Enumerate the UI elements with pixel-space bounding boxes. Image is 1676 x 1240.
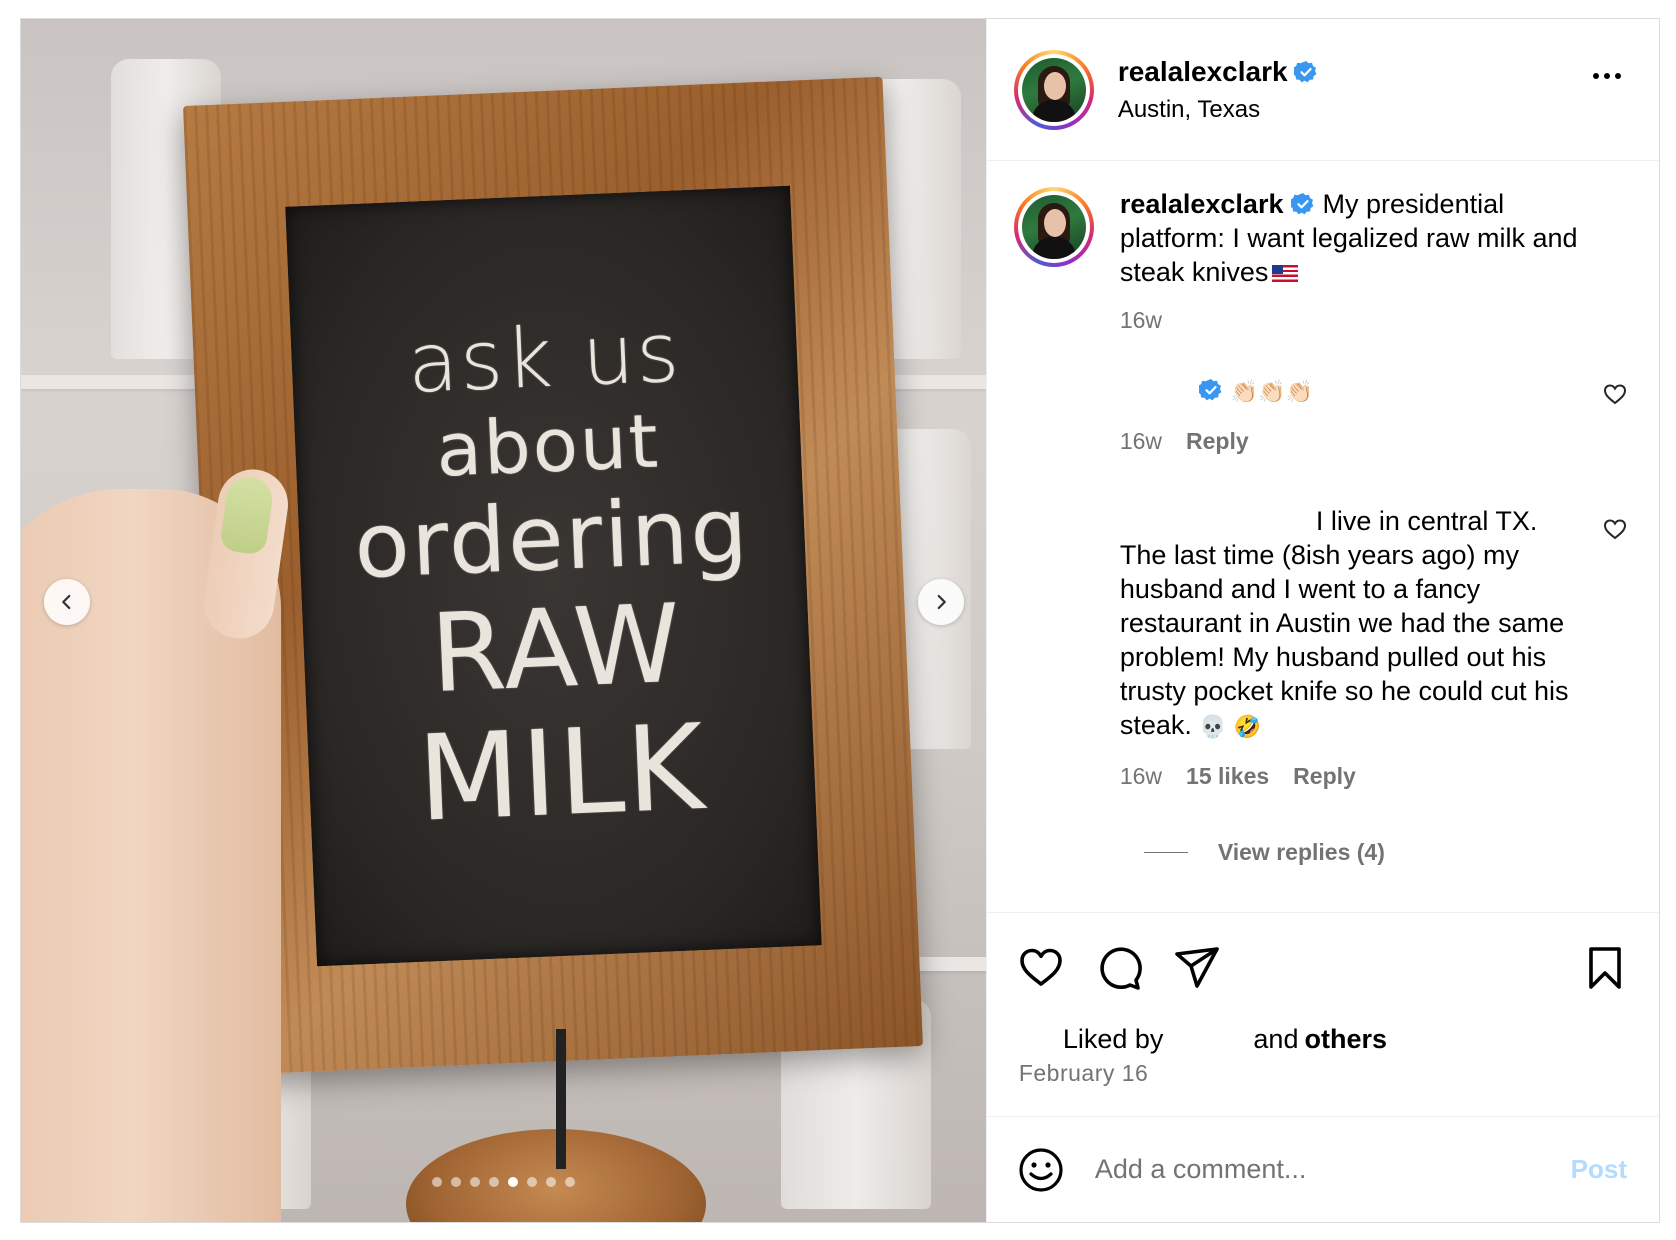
emoji-smiley-icon[interactable]	[1017, 1146, 1065, 1194]
comment-text: 👏🏻👏🏻👏🏻	[1230, 380, 1314, 405]
avatar[interactable]	[1013, 187, 1094, 267]
comment-time[interactable]: 16w	[1120, 424, 1162, 458]
like-heart-icon[interactable]	[1017, 944, 1065, 992]
caption-time[interactable]: 16w	[1120, 303, 1162, 337]
chevron-left-icon	[62, 594, 71, 610]
comment-time[interactable]: 16w	[1120, 759, 1162, 793]
liked-by-label: Liked by	[1062, 1023, 1164, 1054]
carousel-dot	[564, 1177, 575, 1187]
chalk-line: RAW	[428, 581, 685, 717]
us-flag-icon	[1272, 265, 1299, 282]
comment-likes[interactable]: 15 likes	[1186, 759, 1269, 793]
add-comment-bar: Post	[986, 1116, 1659, 1222]
like-comment-heart-icon[interactable]	[1603, 383, 1627, 405]
chalk-line: ask us	[405, 305, 683, 413]
carousel-dot	[450, 1177, 461, 1187]
post-caption: realalexclark My presidential platform: …	[1013, 187, 1632, 337]
post-comment-button[interactable]: Post	[1571, 1154, 1627, 1185]
comment-item: I live in central TX. The last time (8is…	[1014, 504, 1632, 793]
carousel-dot	[507, 1177, 518, 1187]
carousel-dot	[488, 1177, 499, 1187]
bookmark-icon[interactable]	[1581, 944, 1629, 992]
liked-by-line[interactable]: Liked by and others	[1018, 1022, 1659, 1056]
carousel-indicator	[21, 1177, 986, 1187]
chalk-line: ordering	[352, 477, 752, 600]
share-paper-plane-icon[interactable]	[1173, 944, 1221, 992]
chalkboard: ask us about ordering RAW MILK	[285, 185, 822, 967]
likes-section: Liked by and others February 16	[987, 1022, 1659, 1116]
more-options-button[interactable]	[1593, 73, 1621, 79]
caption-username[interactable]: realalexclark	[1120, 189, 1284, 219]
post-date[interactable]: February 16	[1019, 1060, 1659, 1087]
likes-others-link[interactable]: others	[1304, 1024, 1387, 1055]
comment-item: 👏🏻👏🏻👏🏻 16w Reply	[1014, 373, 1632, 458]
view-replies-button[interactable]: View replies (4)	[1143, 839, 1632, 866]
post-header: realalexclark Austin, Texas	[986, 19, 1659, 161]
carousel-dot	[431, 1177, 442, 1187]
comment-emojis: 💀 🤣	[1199, 715, 1262, 740]
sign-stand-pole	[556, 1029, 566, 1169]
post-media[interactable]: ask us about ordering RAW MILK	[21, 19, 986, 1222]
previous-slide-button[interactable]	[44, 579, 90, 625]
post-side-panel: realalexclark Austin, Texas realalexclar…	[985, 19, 1659, 1222]
post-modal: ask us about ordering RAW MILK realalexc…	[20, 18, 1660, 1223]
carousel-dot	[526, 1177, 537, 1187]
carousel-dot	[545, 1177, 556, 1187]
comments-list[interactable]: realalexclark My presidential platform: …	[987, 161, 1659, 912]
reply-button[interactable]: Reply	[1293, 759, 1356, 793]
comment-bubble-icon[interactable]	[1095, 944, 1143, 992]
liker-avatar[interactable]	[1018, 1022, 1053, 1056]
verified-badge-icon	[1293, 60, 1316, 82]
author-username[interactable]: realalexclark	[1118, 56, 1288, 88]
like-comment-heart-icon[interactable]	[1603, 518, 1627, 540]
next-slide-button[interactable]	[918, 579, 964, 625]
likes-and-label: and	[1253, 1023, 1299, 1054]
chalk-line: about	[434, 398, 662, 495]
verified-badge-icon	[1291, 193, 1314, 215]
chalk-line: MILK	[415, 697, 709, 848]
view-replies-label: View replies (4)	[1217, 839, 1385, 865]
chalkboard-sign: ask us about ordering RAW MILK	[182, 76, 924, 1076]
carousel-dot	[469, 1177, 480, 1187]
comment-text: I live in central TX. The last time (8is…	[1119, 506, 1569, 740]
comment-input[interactable]	[1094, 1154, 1515, 1185]
avatar[interactable]	[1013, 49, 1094, 130]
reply-button[interactable]: Reply	[1186, 424, 1249, 458]
post-location[interactable]: Austin, Texas	[1118, 96, 1318, 124]
chevron-right-icon	[937, 594, 946, 610]
post-actions	[986, 912, 1659, 1022]
verified-badge-icon	[1198, 379, 1222, 401]
